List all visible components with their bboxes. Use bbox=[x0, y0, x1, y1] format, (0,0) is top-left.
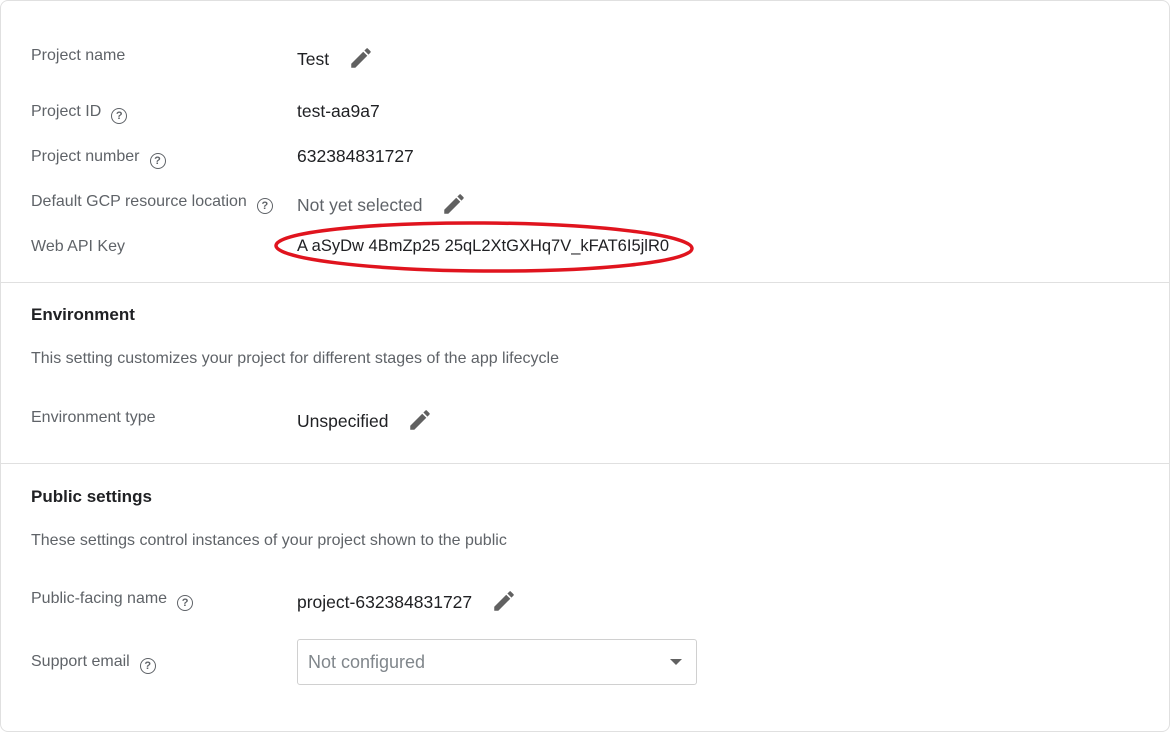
pencil-icon bbox=[494, 591, 514, 611]
row-public-facing-name: Public-facing name? project-632384831727 bbox=[31, 584, 1169, 614]
gcp-location-text: Not yet selected bbox=[297, 195, 423, 215]
row-project-number: Project number? 632384831727 bbox=[31, 142, 1169, 172]
project-id-value: test-aa9a7 bbox=[297, 101, 380, 121]
support-email-label: Support email bbox=[31, 653, 130, 670]
environment-type-text: Unspecified bbox=[297, 411, 389, 431]
help-circle-icon[interactable]: ? bbox=[177, 595, 194, 611]
edit-public-name-button[interactable] bbox=[491, 588, 517, 614]
support-email-placeholder: Not configured bbox=[308, 652, 426, 672]
project-id-label-wrap: Project ID? bbox=[31, 103, 128, 124]
divider bbox=[1, 282, 1170, 283]
row-project-id: Project ID? test-aa9a7 bbox=[31, 97, 1169, 127]
project-settings-card: Project name Test Project ID? test-aa9a7… bbox=[0, 0, 1170, 732]
public-name-label-wrap: Public-facing name? bbox=[31, 590, 194, 611]
help-circle-icon[interactable]: ? bbox=[256, 198, 273, 214]
section-title-environment: Environment bbox=[31, 305, 135, 324]
divider bbox=[1, 463, 1170, 464]
edit-gcp-location-button[interactable] bbox=[441, 191, 467, 217]
gcp-location-label: Default GCP resource location bbox=[31, 193, 247, 210]
help-circle-icon[interactable]: ? bbox=[111, 108, 128, 124]
section-desc-public-settings: These settings control instances of your… bbox=[31, 532, 507, 549]
public-name-text: project-632384831727 bbox=[297, 592, 473, 612]
web-api-key-value: A aSyDw 4BmZp25 25qL2XtGXHq7V_kFAT6I5jlR… bbox=[297, 237, 670, 255]
pencil-icon bbox=[410, 410, 431, 430]
caret-down-icon bbox=[670, 659, 682, 665]
project-number-value: 632384831727 bbox=[297, 146, 414, 166]
row-project-name: Project name Test bbox=[31, 41, 1169, 71]
section-desc-environment: This setting customizes your project for… bbox=[31, 350, 559, 367]
row-environment-type: Environment type Unspecified bbox=[31, 403, 1169, 433]
pencil-icon bbox=[351, 48, 371, 68]
edit-environment-type-button[interactable] bbox=[407, 407, 433, 433]
web-api-key-label: Web API Key bbox=[31, 238, 125, 255]
project-name-label: Project name bbox=[31, 47, 126, 64]
project-number-label-wrap: Project number? bbox=[31, 148, 166, 169]
help-circle-icon[interactable]: ? bbox=[139, 658, 156, 674]
environment-type-label: Environment type bbox=[31, 409, 156, 426]
project-name-text: Test bbox=[297, 49, 330, 69]
project-name-value: Test bbox=[297, 45, 374, 71]
environment-type-value: Unspecified bbox=[297, 407, 433, 433]
support-email-select[interactable]: Not configured bbox=[297, 639, 697, 685]
gcp-location-label-wrap: Default GCP resource location? bbox=[31, 193, 273, 214]
help-circle-icon[interactable]: ? bbox=[149, 153, 166, 169]
support-email-label-wrap: Support email? bbox=[31, 653, 156, 674]
section-title-public-settings: Public settings bbox=[31, 487, 152, 506]
row-gcp-location: Default GCP resource location? Not yet s… bbox=[31, 187, 1169, 217]
public-name-label: Public-facing name bbox=[31, 590, 168, 607]
pencil-icon bbox=[444, 194, 465, 214]
project-number-label: Project number bbox=[31, 148, 140, 165]
edit-project-name-button[interactable] bbox=[348, 45, 374, 71]
gcp-location-value: Not yet selected bbox=[297, 191, 467, 217]
project-id-label: Project ID bbox=[31, 103, 102, 120]
public-name-value: project-632384831727 bbox=[297, 588, 517, 614]
